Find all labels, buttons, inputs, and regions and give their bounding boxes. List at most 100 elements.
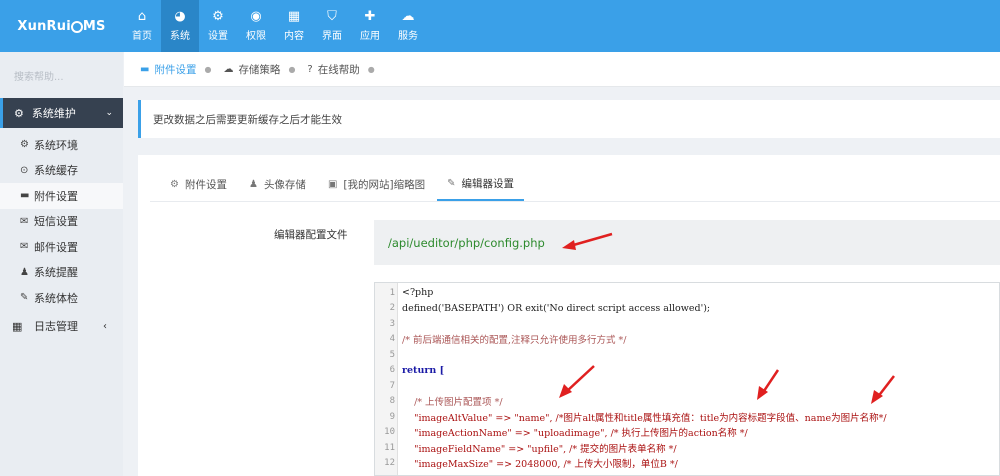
code-line: 5	[375, 347, 999, 363]
breadcrumb-label: 存储策略	[238, 63, 281, 76]
sidebar-item-label: 附件设置	[34, 189, 78, 203]
sidebar-list: ⚙ 系统环境 ⊙ 系统缓存 ▬ 附件设置 ✉ 短信设置 ✉ 邮件设置 ♟ 系统提醒 ✎ 系统体…	[0, 132, 123, 311]
line-number: 9	[389, 411, 395, 422]
nav-label: 内容	[284, 31, 304, 42]
nav-permissions[interactable]: ◉ 权限	[237, 0, 275, 52]
tab-avatar-storage[interactable]: ♟ 头像存储	[239, 167, 316, 201]
code-editor[interactable]: 1 <?php 2 defined('BASEPATH') OR exit('No …	[374, 282, 1000, 476]
tab-label: 编辑器设置	[461, 177, 514, 190]
separator-dot: ●	[204, 64, 212, 74]
nav-label: 应用	[360, 31, 380, 42]
code-line: 8 /* 上传图片配置项 */	[375, 394, 999, 410]
folder-icon: ▬	[140, 63, 150, 75]
nav-services[interactable]: ☁ 服务	[389, 0, 427, 52]
search-input[interactable]: 搜索帮助... ⌕	[12, 65, 112, 85]
tab-label: 头像存储	[263, 178, 306, 191]
grid-icon: ▦	[287, 9, 301, 24]
sidebar-group-label: 系统维护	[31, 107, 76, 120]
sidebar-item-mail-settings[interactable]: ✉ 邮件设置	[0, 234, 123, 260]
line-number: 7	[389, 380, 395, 391]
line-text: "imageAltValue" => "name", /*图片alt属性和tit…	[402, 412, 887, 424]
tab-thumbnail[interactable]: ▣ [我的网站]缩略图	[318, 167, 435, 201]
code-line: 4 /* 前后端通信相关的配置,注释只允许使用多行方式 */	[375, 332, 999, 348]
gears-icon: ⚙	[212, 9, 224, 24]
line-text: /* 上传图片配置项 */	[402, 397, 503, 409]
breadcrumb: ▬ 附件设置 ● ☁ 存储策略 ● ? 在线帮助 ●	[124, 52, 1000, 87]
nav-label: 权限	[246, 31, 266, 42]
code-line: 11 "imageFieldName" => "upfile", /* 提交的图…	[375, 440, 999, 456]
tab-label: 附件设置	[184, 178, 227, 191]
home-icon: ⌂	[137, 9, 147, 24]
bell-icon: ♟	[20, 266, 29, 278]
image-icon: ▣	[327, 178, 338, 190]
line-number: 2	[389, 303, 395, 314]
sidebar-group-log-management[interactable]: ▦ 日志管理 ‹	[0, 315, 123, 337]
line-number: 4	[389, 334, 395, 345]
breadcrumb-storage-policy[interactable]: ☁ 存储策略 ●	[223, 62, 295, 77]
sidebar-group-system-maintenance[interactable]: ⚙ 系统维护 ⌄	[0, 98, 123, 128]
logo-text-suffix: MS	[82, 18, 106, 34]
line-number: 12	[384, 458, 395, 469]
code-line: 6 return [	[375, 363, 999, 379]
code-line: 12 "imageMaxSize" => 2048000, /* 上传大小限制，…	[375, 456, 999, 472]
puzzle-icon: ✚	[364, 9, 376, 24]
notice-text: 更改数据之后需要更新缓存之后才能生效	[153, 113, 342, 126]
envelope-icon: ✉	[20, 215, 29, 227]
editor-config-label: 编辑器配置文件	[274, 229, 348, 241]
breadcrumb-online-help[interactable]: ? 在线帮助 ●	[307, 62, 374, 77]
sidebar-item-label: 短信设置	[34, 215, 78, 229]
line-text: "imageMaxSize" => 2048000, /* 上传大小限制，单位B…	[402, 459, 678, 471]
logo[interactable]: XunRui MS	[0, 0, 123, 52]
line-number: 11	[384, 442, 395, 453]
cog-icon: ⚙	[20, 139, 29, 151]
editor-config-path: /api/ueditor/php/config.php	[374, 220, 1000, 265]
cloud-icon: ☁	[401, 9, 415, 24]
sidebar-item-label: 邮件设置	[34, 240, 78, 254]
tab-editor-settings[interactable]: ✎ 编辑器设置	[437, 167, 524, 201]
breadcrumb-attachment-settings[interactable]: ▬ 附件设置 ●	[140, 62, 211, 77]
sidebar-item-attachment-settings[interactable]: ▬ 附件设置	[0, 183, 123, 209]
sidebar-item-label: 系统缓存	[34, 164, 78, 178]
separator-dot: ●	[367, 64, 375, 74]
sidebar-item-system-env[interactable]: ⚙ 系统环境	[0, 132, 123, 158]
sidebar-item-sms-settings[interactable]: ✉ 短信设置	[0, 209, 123, 235]
tab-attachment-settings[interactable]: ⚙ 附件设置	[160, 167, 237, 201]
nav-apps[interactable]: ✚ 应用	[351, 0, 389, 52]
line-text: "imageFieldName" => "upfile", /* 提交的图片表单…	[402, 443, 677, 455]
line-number: 5	[389, 349, 395, 360]
nav-system[interactable]: ◕ 系统	[161, 0, 199, 52]
sidebar-item-system-cache[interactable]: ⊙ 系统缓存	[0, 158, 123, 184]
sidebar: 搜索帮助... ⌕ ⚙ 系统维护 ⌄ ⚙ 系统环境 ⊙ 系统缓存 ▬ 附件设置 ✉ 短信…	[0, 52, 123, 476]
envelope-open-icon: ✉	[20, 241, 29, 253]
settings-panel: ⚙ 附件设置 ♟ 头像存储 ▣ [我的网站]缩略图 ✎ 编辑器设置 编辑器配置文件 /a…	[138, 155, 1000, 476]
search-icon[interactable]: ⌕	[14, 67, 108, 82]
sidebar-item-system-alerts[interactable]: ♟ 系统提醒	[0, 260, 123, 286]
logo-text: XunRui	[17, 18, 71, 34]
code-line: 2 defined('BASEPATH') OR exit('No direct …	[375, 301, 999, 317]
line-text: "imageActionName" => "uploadimage", /* 执…	[402, 428, 748, 440]
line-number: 3	[389, 318, 395, 329]
nav-content[interactable]: ▦ 内容	[275, 0, 313, 52]
top-navbar: XunRui MS ⌂ 首页 ◕ 系统 ⚙ 设置 ◉ 权限 ▦ 内容 ⛉ 界面 ✚ 应用 ☁ 服务	[0, 0, 1000, 52]
nav-label: 设置	[208, 31, 228, 42]
line-number: 8	[389, 396, 395, 407]
editor-config-path-text: /api/ueditor/php/config.php	[388, 235, 545, 250]
sidebar-item-label: 系统体检	[34, 291, 78, 305]
sidebar-item-system-check[interactable]: ✎ 系统体检	[0, 285, 123, 311]
nav-interface[interactable]: ⛉ 界面	[313, 0, 351, 52]
separator-dot: ●	[288, 64, 296, 74]
logo-c-icon	[70, 21, 83, 33]
sidebar-item-label: 系统提醒	[34, 266, 78, 280]
globe-icon: ◕	[174, 9, 186, 24]
nav-settings[interactable]: ⚙ 设置	[199, 0, 237, 52]
main-nav: ⌂ 首页 ◕ 系统 ⚙ 设置 ◉ 权限 ▦ 内容 ⛉ 界面 ✚ 应用 ☁ 服务	[123, 0, 427, 52]
edit-icon: ✎	[447, 177, 456, 189]
nav-home[interactable]: ⌂ 首页	[123, 0, 161, 52]
cloud-icon: ☁	[223, 63, 234, 75]
nav-label: 系统	[170, 31, 190, 42]
code-line: 7	[375, 378, 999, 394]
nav-label: 首页	[132, 31, 152, 42]
calendar-icon: ▦	[12, 319, 23, 333]
code-line: 3	[375, 316, 999, 332]
cache-notice: 更改数据之后需要更新缓存之后才能生效	[138, 100, 1000, 138]
